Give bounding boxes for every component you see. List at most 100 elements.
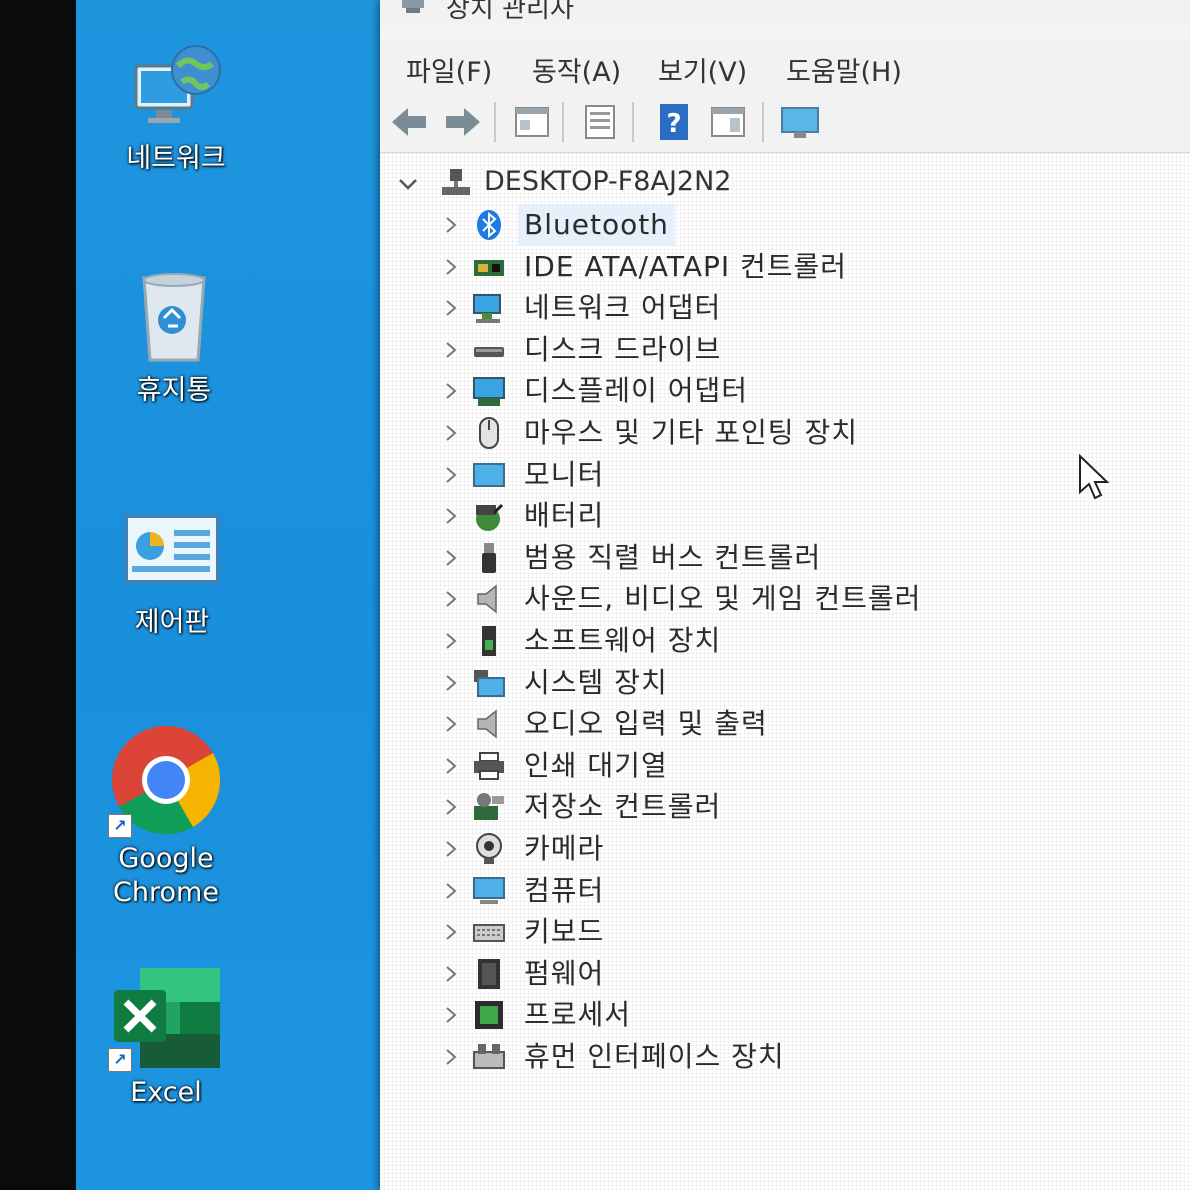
toolbar-separator — [562, 102, 564, 142]
tree-node[interactable]: 네트워크 어댑터 — [440, 287, 1140, 327]
chevron-right-icon[interactable] — [440, 795, 462, 819]
show-hide-console-tree-icon[interactable] — [578, 100, 622, 144]
tree-node-label: 디스플레이 어댑터 — [524, 374, 748, 407]
device-manager-icon — [400, 0, 426, 14]
menu-help[interactable]: 도움말(H) — [782, 48, 906, 91]
desktop-icon-recycle-bin[interactable]: 휴지통 — [74, 268, 274, 408]
desktop-icon-label: Google Chrome — [113, 843, 219, 908]
toolbar: ? — [380, 94, 1190, 153]
mouse-icon — [472, 416, 506, 450]
tree-node[interactable]: 시스템 장치 — [440, 662, 1140, 702]
desktop-icon-label: Excel — [130, 1077, 202, 1108]
menu-bar: 파일(F) 동작(A) 보기(V) 도움말(H) — [380, 40, 1190, 94]
chevron-right-icon[interactable] — [440, 546, 462, 570]
tree-node-label: 카메라 — [524, 832, 605, 865]
tree-node-label: 오디오 입력 및 출력 — [524, 707, 768, 740]
tree-node[interactable]: 펌웨어 — [440, 953, 1140, 993]
tree-node[interactable]: Bluetooth — [440, 204, 1140, 246]
menu-view[interactable]: 보기(V) — [654, 48, 751, 91]
tree-node-label: 시스템 장치 — [524, 666, 668, 699]
software-device-icon — [472, 624, 506, 658]
tree-node-label: 마우스 및 기타 포인팅 장치 — [524, 416, 858, 449]
mouse-cursor-icon — [1078, 453, 1110, 502]
tree-node-label: 네트워크 어댑터 — [524, 291, 722, 324]
bluetooth-icon — [472, 208, 506, 242]
chevron-right-icon[interactable] — [440, 671, 462, 695]
chevron-right-icon[interactable] — [440, 587, 462, 611]
monitor-icon[interactable] — [778, 100, 822, 144]
desktop-icon-excel[interactable]: ↗ Excel — [66, 966, 266, 1110]
chevron-right-icon[interactable] — [440, 421, 462, 445]
desktop-icon-control-panel[interactable]: 제어판 — [72, 510, 272, 640]
chevron-right-icon[interactable] — [440, 463, 462, 487]
chevron-right-icon[interactable] — [440, 837, 462, 861]
tree-node[interactable]: 프로세서 — [440, 994, 1140, 1034]
forward-icon[interactable] — [440, 100, 484, 144]
title-bar[interactable]: 장치 관리자 — [380, 0, 1190, 26]
tree-node-label: 디스크 드라이브 — [524, 333, 722, 366]
tree-node[interactable]: 저장소 컨트롤러 — [440, 786, 1140, 826]
processor-icon — [472, 998, 506, 1032]
tree-node[interactable]: 디스플레이 어댑터 — [440, 370, 1140, 410]
chevron-right-icon[interactable] — [440, 296, 462, 320]
chevron-right-icon[interactable] — [440, 712, 462, 736]
chevron-right-icon[interactable] — [440, 920, 462, 944]
tree-node[interactable]: 컴퓨터 — [440, 870, 1140, 910]
excel-icon: ↗ — [108, 966, 222, 1072]
tree-node-label: 소프트웨어 장치 — [524, 624, 722, 657]
desktop: 네트워크 휴지통 제어판 ↗ Google Chrome ↗ Excel — [76, 0, 380, 1190]
tree-node[interactable]: 마우스 및 기타 포인팅 장치 — [440, 412, 1140, 452]
tree-node-label: 사운드, 비디오 및 게임 컨트롤러 — [524, 582, 922, 615]
tree-node[interactable]: IDE ATA/ATAPI 컨트롤러 — [440, 246, 1140, 286]
desktop-icon-label: 제어판 — [134, 607, 210, 638]
chevron-right-icon[interactable] — [440, 1045, 462, 1069]
device-tree: DESKTOP-F8AJ2N2 Bluetooth IDE ATA/ATAPI 컨… — [380, 153, 1190, 1190]
tree-node[interactable]: 사운드, 비디오 및 게임 컨트롤러 — [440, 578, 1140, 618]
firmware-icon — [472, 957, 506, 991]
tree-node-label: 인쇄 대기열 — [524, 749, 668, 782]
tree-node[interactable]: 소프트웨어 장치 — [440, 620, 1140, 660]
tree-node-label: 배터리 — [524, 499, 605, 532]
chevron-down-icon[interactable] — [394, 171, 422, 199]
tree-node-label: 범용 직렬 버스 컨트롤러 — [524, 541, 822, 574]
tree-node[interactable]: 카메라 — [440, 828, 1140, 868]
menu-action[interactable]: 동작(A) — [528, 48, 625, 91]
back-icon[interactable] — [388, 100, 432, 144]
audio-icon — [472, 707, 506, 741]
desktop-icon-chrome[interactable]: ↗ Google Chrome — [66, 724, 266, 910]
help-icon[interactable]: ? — [652, 100, 696, 144]
tree-node-label: Bluetooth — [518, 204, 675, 246]
properties-icon[interactable] — [510, 100, 554, 144]
tree-node-label: 휴먼 인터페이스 장치 — [524, 1040, 785, 1073]
chevron-right-icon[interactable] — [440, 504, 462, 528]
chevron-right-icon[interactable] — [440, 213, 462, 237]
shortcut-arrow-icon: ↗ — [108, 1048, 132, 1072]
action-pane-icon[interactable] — [706, 100, 750, 144]
menu-file[interactable]: 파일(F) — [402, 48, 496, 91]
tree-node[interactable]: 모니터 — [440, 454, 1140, 494]
tree-node[interactable]: 오디오 입력 및 출력 — [440, 703, 1140, 743]
computer-name: DESKTOP-F8AJ2N2 — [484, 166, 732, 197]
tree-node[interactable]: 인쇄 대기열 — [440, 745, 1140, 785]
chevron-right-icon[interactable] — [440, 338, 462, 362]
chevron-right-icon[interactable] — [440, 1003, 462, 1027]
computer-root-icon — [440, 167, 472, 199]
hid-icon — [472, 1040, 506, 1074]
tree-node[interactable]: 배터리 — [440, 495, 1140, 535]
tree-node[interactable]: 키보드 — [440, 911, 1140, 951]
network-icon — [126, 36, 226, 136]
chevron-right-icon[interactable] — [440, 754, 462, 778]
disk-drive-icon — [472, 333, 506, 367]
chevron-right-icon[interactable] — [440, 962, 462, 986]
desktop-icon-network[interactable]: 네트워크 — [76, 36, 276, 176]
chevron-right-icon[interactable] — [440, 629, 462, 653]
tree-node[interactable]: 디스크 드라이브 — [440, 329, 1140, 369]
chevron-right-icon[interactable] — [440, 879, 462, 903]
chevron-right-icon[interactable] — [440, 255, 462, 279]
toolbar-separator — [632, 102, 634, 142]
tree-node-label: 키보드 — [524, 915, 605, 948]
tree-node[interactable]: 휴먼 인터페이스 장치 — [440, 1036, 1140, 1076]
chevron-right-icon[interactable] — [440, 379, 462, 403]
tree-node[interactable]: 범용 직렬 버스 컨트롤러 — [440, 537, 1140, 577]
tree-node-label: IDE ATA/ATAPI 컨트롤러 — [524, 250, 848, 283]
